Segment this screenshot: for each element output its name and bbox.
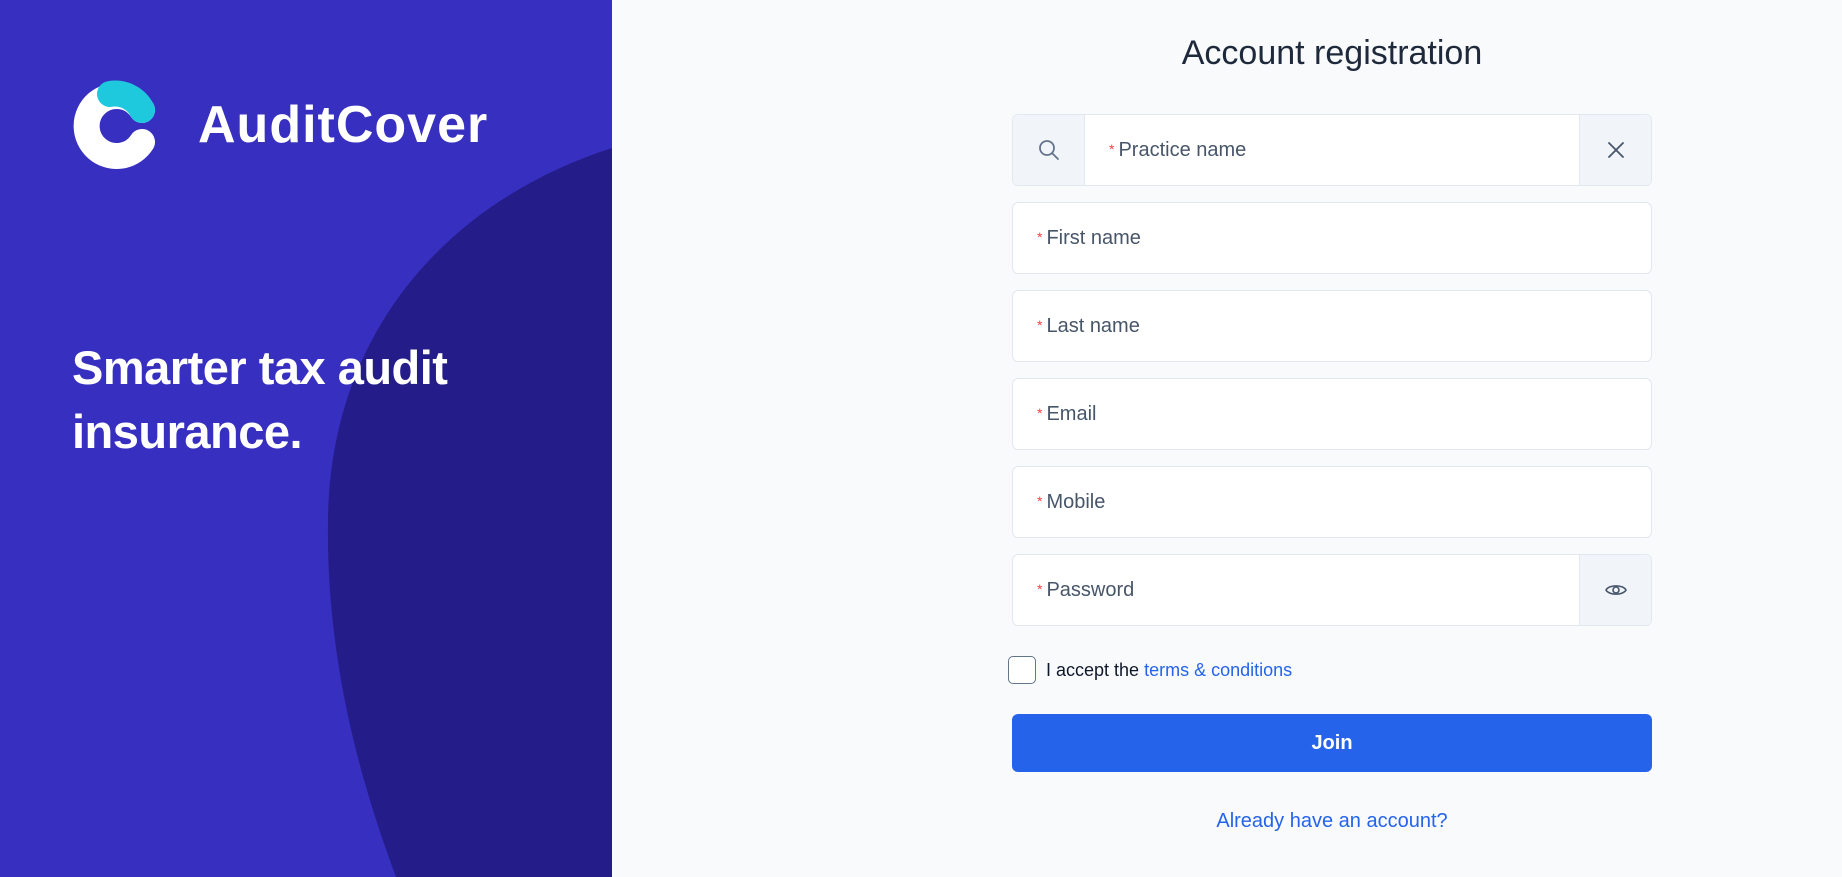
- required-marker: *: [1037, 317, 1043, 333]
- join-button[interactable]: Join: [1012, 714, 1652, 772]
- terms-prefix: I accept the: [1046, 659, 1145, 680]
- required-marker: *: [1037, 581, 1043, 597]
- password-placeholder: Password: [1046, 578, 1135, 601]
- password-field[interactable]: * Password: [1012, 554, 1652, 626]
- practice-name-input[interactable]: * Practice name: [1085, 115, 1579, 185]
- clear-practice-button[interactable]: [1579, 115, 1651, 185]
- brand-panel: AuditCover Smarter tax audit insurance.: [0, 0, 612, 877]
- login-link[interactable]: Already have an account?: [1012, 810, 1652, 833]
- password-input[interactable]: * Password: [1013, 555, 1579, 625]
- first-name-field[interactable]: * First name: [1012, 202, 1652, 274]
- mobile-input[interactable]: * Mobile: [1013, 467, 1651, 537]
- toggle-password-visibility-button[interactable]: [1579, 555, 1651, 625]
- last-name-placeholder: Last name: [1046, 314, 1140, 337]
- practice-search-addon: [1013, 115, 1085, 185]
- search-icon: [1038, 140, 1059, 160]
- required-marker: *: [1109, 141, 1115, 157]
- last-name-field[interactable]: * Last name: [1012, 290, 1652, 362]
- required-marker: *: [1037, 405, 1043, 421]
- logo: AuditCover: [72, 80, 488, 170]
- auditcover-logo-icon: [73, 80, 155, 169]
- terms-link[interactable]: terms & conditions: [1144, 660, 1292, 680]
- form-title: Account registration: [1181, 34, 1483, 72]
- brand-tagline: Smarter tax audit insurance.: [72, 341, 448, 458]
- last-name-input[interactable]: * Last name: [1013, 291, 1651, 361]
- practice-name-field[interactable]: * Practice name: [1012, 114, 1652, 186]
- practice-name-placeholder: Practice name: [1118, 138, 1247, 161]
- mobile-field[interactable]: * Mobile: [1012, 466, 1652, 538]
- close-icon: [1607, 142, 1624, 158]
- brand-name: AuditCover: [198, 96, 489, 154]
- required-marker: *: [1037, 229, 1043, 245]
- email-field[interactable]: * Email: [1012, 378, 1652, 450]
- terms-text: I accept the terms & conditions: [1046, 660, 1292, 681]
- required-marker: *: [1037, 493, 1043, 509]
- registration-page: AuditCover Smarter tax audit insurance. …: [0, 0, 1842, 877]
- email-input[interactable]: * Email: [1013, 379, 1651, 449]
- registration-form: Account registration * Practice name * F…: [1008, 0, 1652, 833]
- email-placeholder: Email: [1046, 402, 1097, 425]
- mobile-placeholder: Mobile: [1046, 490, 1106, 513]
- eye-icon: [1604, 585, 1627, 595]
- terms-checkbox[interactable]: [1008, 656, 1036, 684]
- first-name-input[interactable]: * First name: [1013, 203, 1651, 273]
- terms-row: I accept the terms & conditions: [1008, 656, 1652, 684]
- first-name-placeholder: First name: [1046, 226, 1141, 249]
